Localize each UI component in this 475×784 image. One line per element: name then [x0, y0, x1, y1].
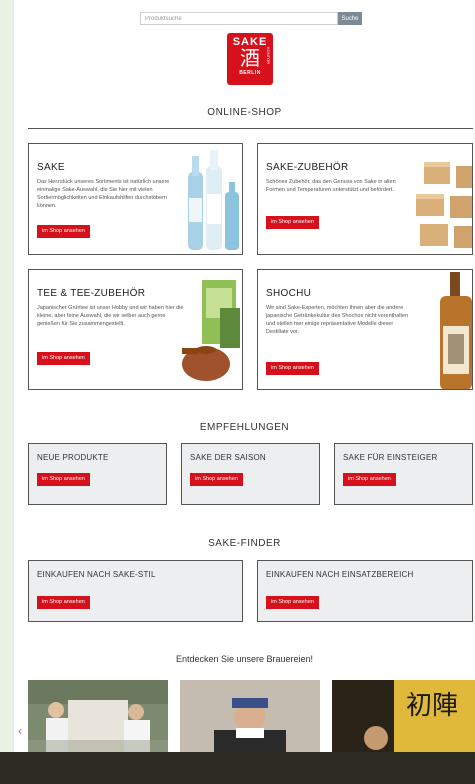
online-shop-title: ONLINE-SHOP [207, 107, 282, 118]
shop-button-einsatzbereich[interactable]: im Shop ansehen [266, 596, 319, 609]
brewery-photo-3[interactable]: 初陣 [332, 680, 475, 760]
shop-button-sake-zubehoer[interactable]: im Shop ansehen [266, 216, 319, 229]
shop-button-sake-stil[interactable]: im Shop ansehen [37, 596, 90, 609]
shop-button-sake[interactable]: im Shop ansehen [37, 225, 90, 238]
card-title: SHOCHU [266, 288, 312, 299]
sign-kanji-1: 初陣 [406, 690, 458, 720]
bottom-overlay [0, 752, 475, 784]
divider [28, 128, 473, 129]
card-title: SAKE DER SAISON [190, 453, 266, 462]
card-title: SAKE FÜR EINSTEIGER [343, 453, 438, 462]
card-text: Wir sind Sake-Experten, möchten Ihnen ab… [266, 305, 409, 335]
card-title: NEUE PRODUKTE [37, 453, 109, 462]
brewer-headband-image [180, 680, 320, 760]
brewery-workers-image [28, 680, 168, 760]
sake-finder-title: SAKE-FINDER [208, 538, 281, 549]
carousel-prev-arrow[interactable]: ‹ [18, 724, 22, 738]
card-neue-produkte: NEUE PRODUKTE im Shop ansehen [28, 443, 167, 505]
logo-text-berlin: BERLIN [239, 70, 261, 76]
masu-boxes-image [416, 162, 472, 248]
card-tee: TEE & TEE-ZUBEHÖR Japanischer Grüntee is… [28, 269, 243, 390]
shop-button-neue-produkte[interactable]: im Shop ansehen [37, 473, 90, 486]
card-shochu: SHOCHU Wir sind Sake-Experten, möchten I… [257, 269, 473, 390]
card-einkaufen-nach-einsatzbereich: EINKAUFEN NACH EINSATZBEREICH im Shop an… [257, 560, 473, 622]
logo-text-kontor: KONTOR [266, 47, 271, 65]
brewery-sign-image: 初陣 [332, 680, 475, 760]
shop-button-tee[interactable]: im Shop ansehen [37, 352, 90, 365]
card-sake: SAKE Das Herzstück unseres Sortiments is… [28, 143, 243, 255]
card-title: TEE & TEE-ZUBEHÖR [37, 288, 146, 299]
card-title: EINKAUFEN NACH EINSATZBEREICH [266, 570, 414, 579]
search-button[interactable]: Suche [338, 12, 362, 25]
card-title: EINKAUFEN NACH SAKE-STIL [37, 570, 156, 579]
card-text: Japanischer Grüntee ist unser Hobby und … [37, 305, 184, 327]
card-sake-fuer-einsteiger: SAKE FÜR EINSTEIGER im Shop ansehen [334, 443, 473, 505]
card-text: Das Herzstück unseres Sortiments ist nat… [37, 179, 170, 209]
brewery-photo-1[interactable] [28, 680, 168, 760]
search-input[interactable] [140, 12, 338, 25]
breweries-title: Entdecken Sie unsere Brauereien! [175, 654, 314, 664]
empfehlungen-title: EMPFEHLUNGEN [199, 422, 290, 433]
card-sake-der-saison: SAKE DER SAISON im Shop ansehen [181, 443, 320, 505]
card-sake-zubehoer: SAKE-ZUBEHÖR Schönes Zubehör, das den Ge… [257, 143, 473, 255]
sake-bottles-image [188, 150, 239, 250]
brewery-photo-2[interactable] [180, 680, 320, 760]
shop-button-sake-fuer-einsteiger[interactable]: im Shop ansehen [343, 473, 396, 486]
card-text: Schönes Zubehör, das den Genuss von Sake… [266, 179, 396, 193]
shop-button-shochu[interactable]: im Shop ansehen [266, 362, 319, 375]
shop-button-sake-der-saison[interactable]: im Shop ansehen [190, 473, 243, 486]
sake-kontor-logo[interactable]: SAKE 酒 BERLIN KONTOR [227, 33, 273, 85]
card-title: SAKE-ZUBEHÖR [266, 162, 349, 173]
shochu-bottle-image [440, 272, 472, 389]
search-bar: Suche [140, 12, 362, 25]
tea-set-image [182, 280, 240, 381]
card-einkaufen-nach-sake-stil: EINKAUFEN NACH SAKE-STIL im Shop ansehen [28, 560, 243, 622]
page: Suche SAKE 酒 BERLIN KONTOR ONLINE-SHOP S… [14, 0, 475, 784]
card-title: SAKE [37, 162, 65, 173]
